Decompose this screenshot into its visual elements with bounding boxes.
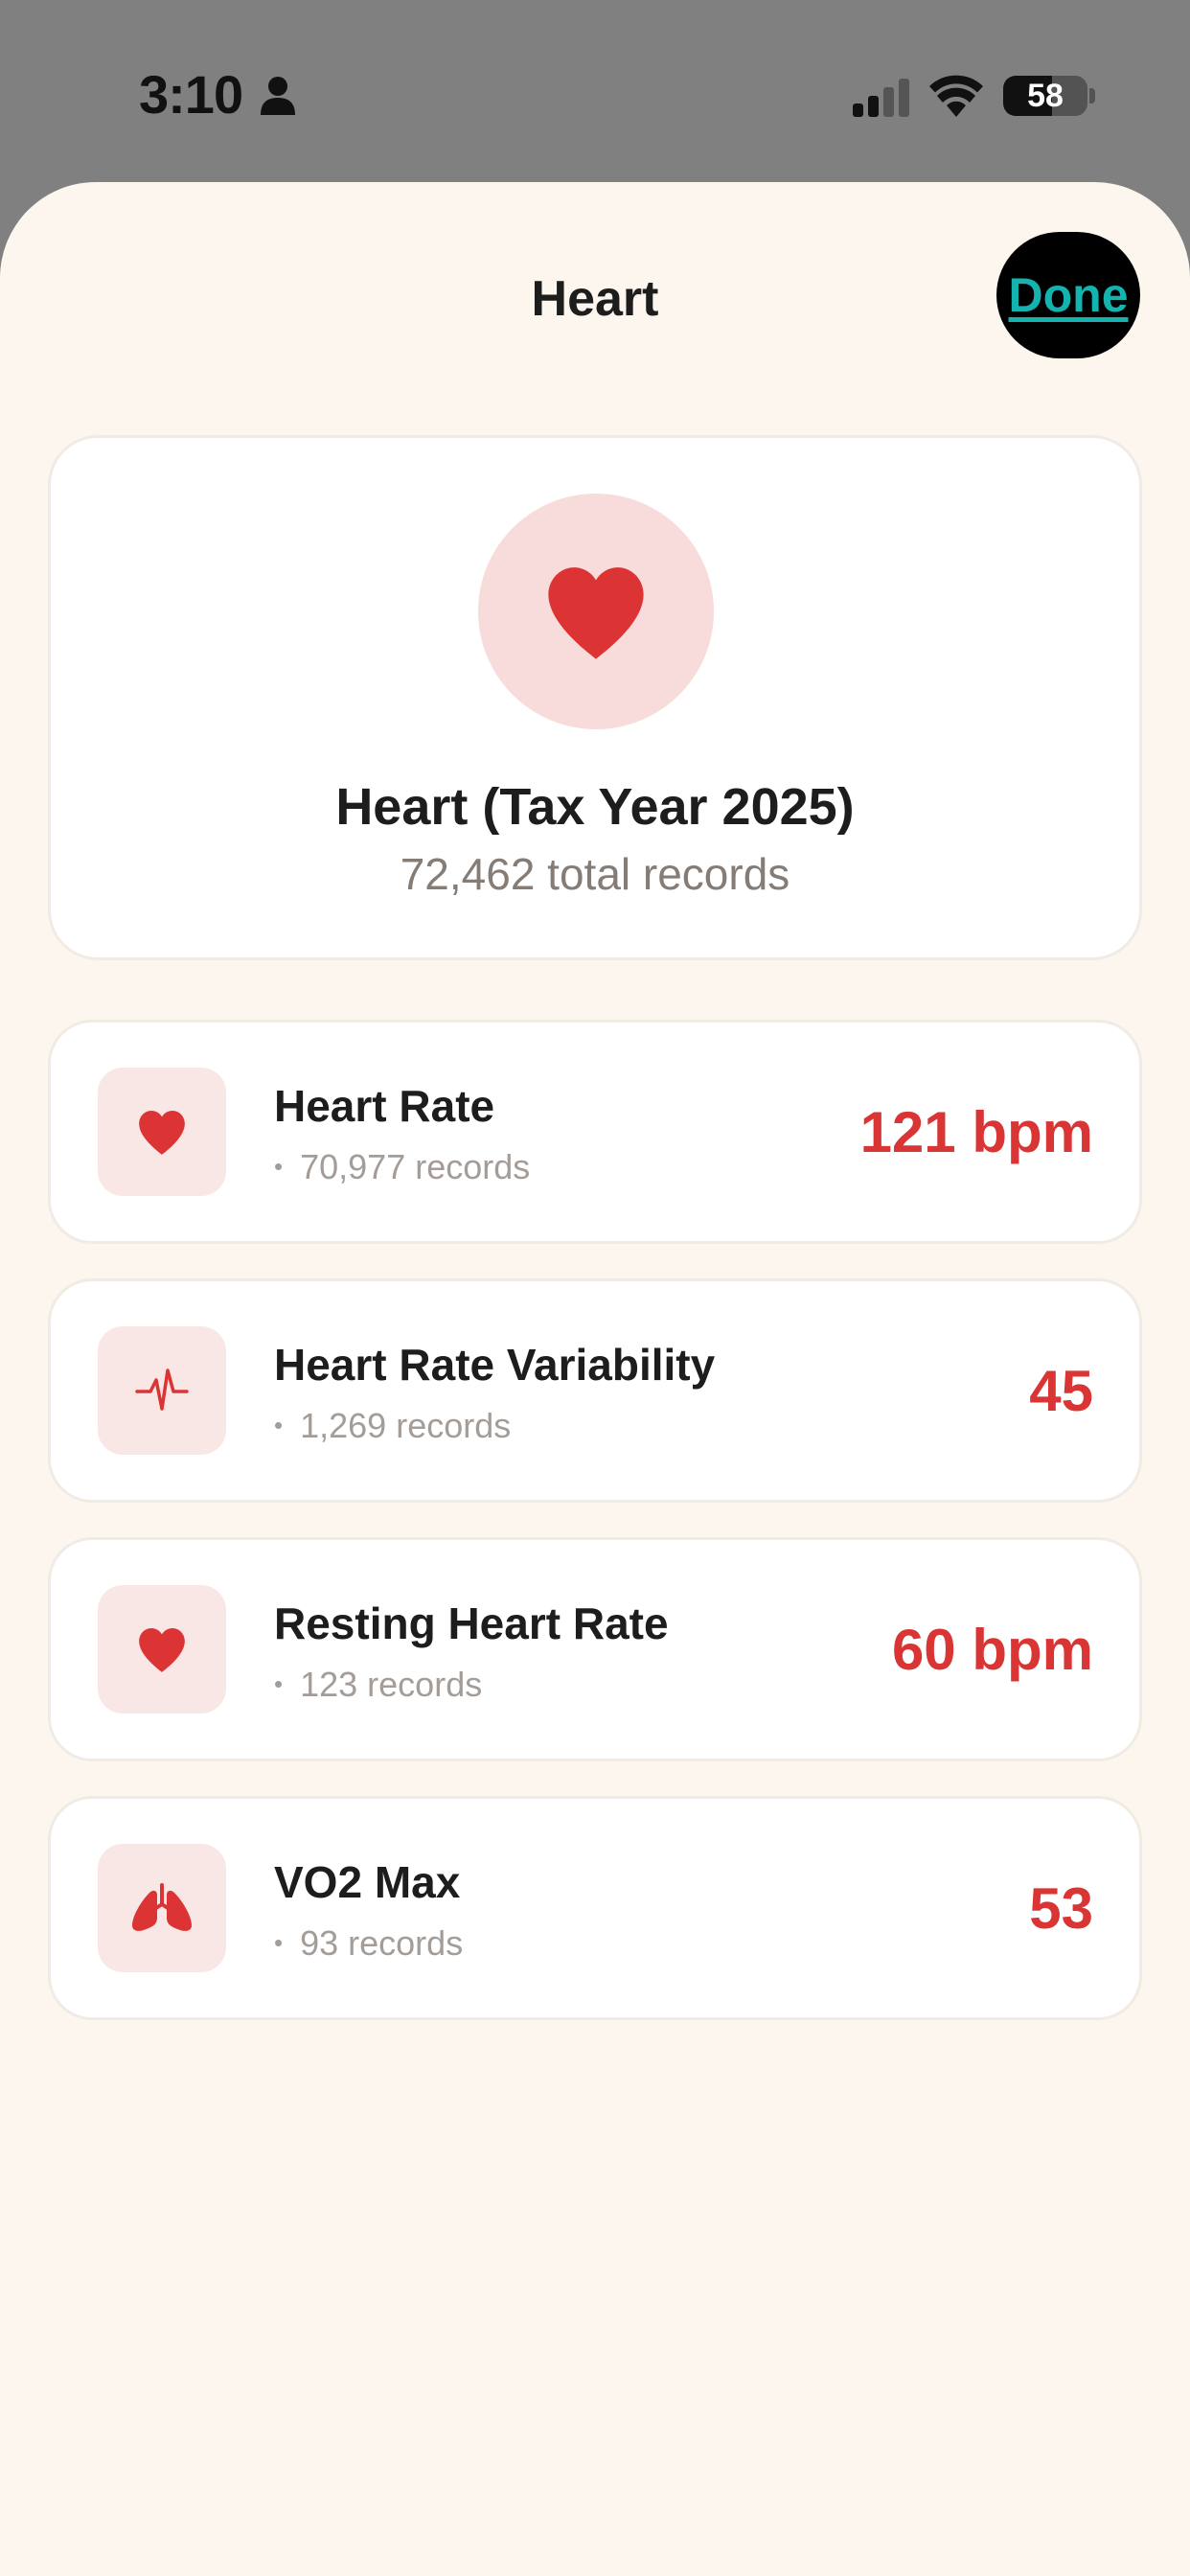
heart-icon xyxy=(548,567,644,659)
bullet-dot: • xyxy=(274,1411,284,1439)
cellular-signal-icon xyxy=(853,79,909,117)
status-time: 3:10 xyxy=(139,64,243,125)
wifi-icon xyxy=(929,75,983,117)
heart-icon-circle xyxy=(478,494,714,729)
metric-records: • 123 records xyxy=(274,1665,482,1705)
metric-value: 45 xyxy=(1029,1359,1093,1423)
waveform-icon xyxy=(135,1368,189,1411)
modal-sheet: Heart Done Heart (Tax Year 2025) 72,462 … xyxy=(0,182,1190,2576)
metric-name: VO2 Max xyxy=(274,1857,461,1907)
metric-value: 53 xyxy=(1029,1876,1093,1941)
heart-icon xyxy=(139,1110,185,1155)
bullet-dot: • xyxy=(274,1669,284,1698)
metric-row-resting-heart-rate[interactable]: Resting Heart Rate • 123 records 60 bpm xyxy=(48,1537,1142,1761)
metric-records: • 93 records xyxy=(274,1923,463,1964)
summary-subtitle: 72,462 total records xyxy=(400,849,790,899)
metric-icon-box xyxy=(98,1326,226,1455)
metric-records-text: 93 records xyxy=(300,1923,464,1963)
metric-row-hrv[interactable]: Heart Rate Variability • 1,269 records 45 xyxy=(48,1278,1142,1503)
metric-records-text: 70,977 records xyxy=(300,1147,531,1186)
metric-icon-box xyxy=(98,1585,226,1714)
done-button[interactable]: Done xyxy=(996,232,1140,358)
metric-icon-box xyxy=(98,1068,226,1196)
metric-name: Heart Rate Variability xyxy=(274,1340,716,1390)
lungs-icon xyxy=(132,1883,192,1931)
metric-row-heart-rate[interactable]: Heart Rate • 70,977 records 121 bpm xyxy=(48,1020,1142,1244)
status-bar: 3:10 58 xyxy=(0,0,1190,182)
metric-value: 60 bpm xyxy=(891,1618,1093,1682)
bullet-dot: • xyxy=(274,1928,284,1957)
bullet-dot: • xyxy=(274,1152,284,1181)
metric-records: • 70,977 records xyxy=(274,1147,530,1187)
metric-icon-box xyxy=(98,1844,226,1972)
heart-icon xyxy=(139,1627,185,1672)
metric-records-text: 1,269 records xyxy=(300,1406,512,1445)
metric-value: 121 bpm xyxy=(859,1100,1093,1164)
metric-name: Heart Rate xyxy=(274,1081,495,1131)
person-icon xyxy=(261,77,295,115)
summary-title: Heart (Tax Year 2025) xyxy=(335,778,855,836)
metric-name: Resting Heart Rate xyxy=(274,1598,669,1648)
metric-row-vo2-max[interactable]: VO2 Max • 93 records 53 xyxy=(48,1796,1142,2020)
metric-records-text: 123 records xyxy=(300,1665,483,1704)
summary-card: Heart (Tax Year 2025) 72,462 total recor… xyxy=(48,435,1142,960)
battery-cap xyxy=(1089,88,1095,104)
battery-percent: 58 xyxy=(1027,77,1064,114)
battery-indicator: 58 xyxy=(1003,76,1087,116)
metric-records: • 1,269 records xyxy=(274,1406,511,1446)
